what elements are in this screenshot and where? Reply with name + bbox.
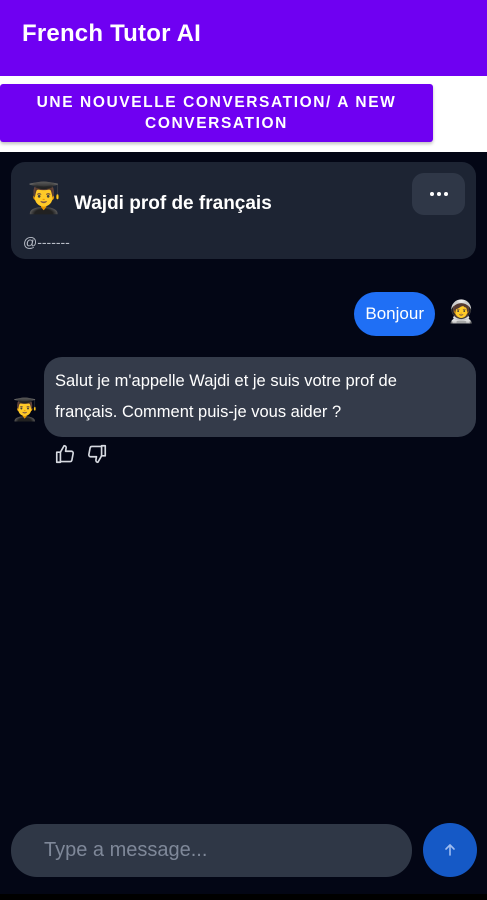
more-dots-icon xyxy=(429,192,448,196)
user-message-bubble: Bonjour xyxy=(354,292,435,336)
send-button[interactable] xyxy=(423,823,477,877)
chat-area[interactable]: 👨‍🎓 Wajdi prof de français @------- Bonj… xyxy=(0,152,487,900)
new-conversation-button[interactable]: UNE NOUVELLE CONVERSATION/ A NEW CONVERS… xyxy=(0,84,433,142)
bot-message-text: Salut je m'appelle Wajdi et je suis votr… xyxy=(55,372,397,421)
astronaut-icon: 🧑‍🚀 xyxy=(447,299,475,324)
message-input[interactable] xyxy=(11,824,412,877)
thumbs-down-icon[interactable] xyxy=(86,443,108,465)
app-bar: French Tutor AI xyxy=(0,0,487,76)
bot-handle: @------- xyxy=(23,234,70,250)
user-message-text: Bonjour xyxy=(365,304,424,323)
bot-message-bubble: Salut je m'appelle Wajdi et je suis votr… xyxy=(44,357,476,437)
app-title: French Tutor AI xyxy=(22,20,201,47)
thumbs-up-icon[interactable] xyxy=(54,443,76,465)
arrow-up-icon xyxy=(445,844,455,856)
student-graduate-icon: 👨‍🎓 xyxy=(25,182,63,215)
bottom-bar xyxy=(0,894,487,900)
bot-name: Wajdi prof de français xyxy=(74,193,272,214)
message-feedback xyxy=(54,443,108,465)
student-graduate-icon: 👨‍🎓 xyxy=(11,397,39,422)
composer xyxy=(0,820,487,880)
bot-profile-card: 👨‍🎓 Wajdi prof de français @------- xyxy=(11,162,476,259)
more-options-button[interactable] xyxy=(412,173,465,215)
